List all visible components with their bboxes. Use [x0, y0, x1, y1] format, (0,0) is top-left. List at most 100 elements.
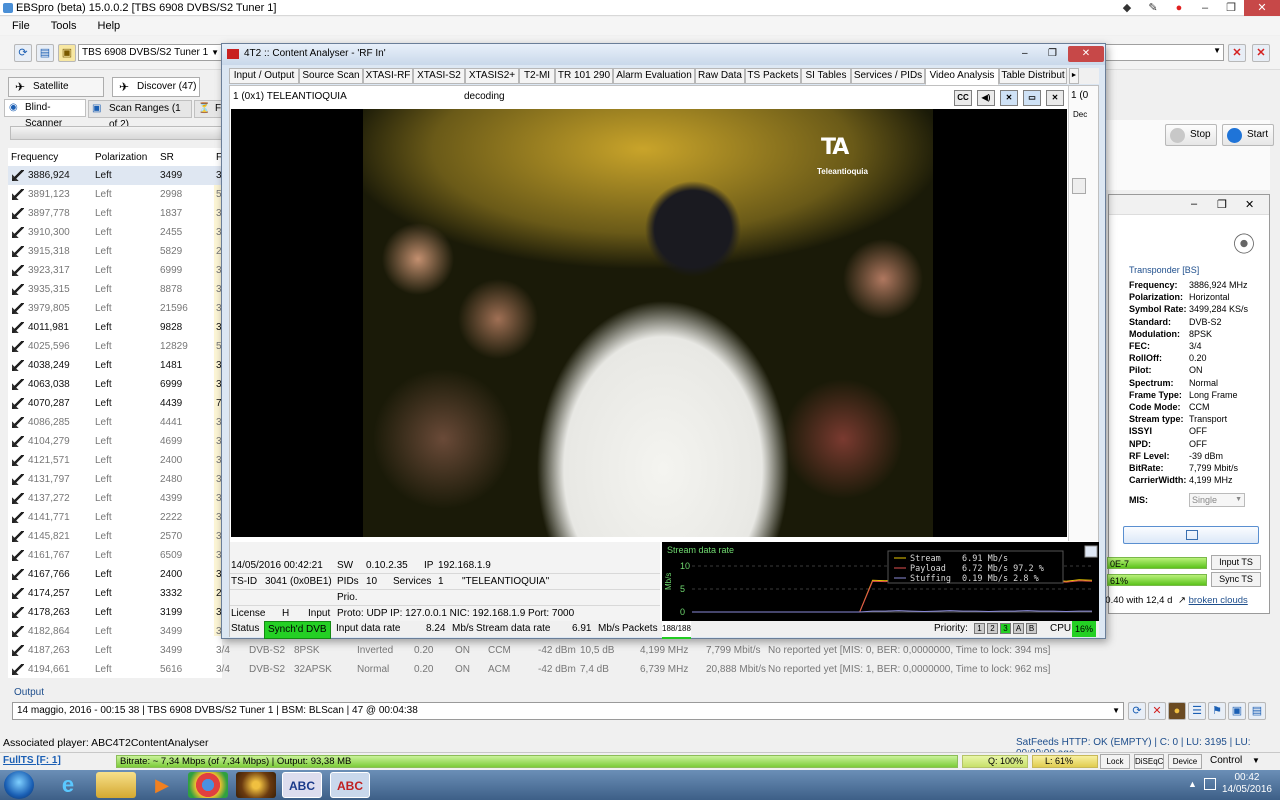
device-button[interactable]: Device [1168, 754, 1202, 769]
mis-select[interactable]: Single ▼ [1189, 493, 1245, 507]
field-label: RF Level: [1129, 450, 1170, 461]
tuner-select[interactable]: TBS 6908 DVBS/S2 Tuner 1 ▼ [78, 44, 222, 61]
tab-video-analysis[interactable]: Video Analysis [925, 68, 999, 85]
info-license: H [282, 608, 290, 619]
cell-sr: 2400 [160, 455, 183, 466]
clock[interactable]: 00:42 14/05/2016 [1222, 772, 1272, 796]
save-icon[interactable]: ▣ [1228, 702, 1246, 720]
sync-ts-button[interactable]: Sync TS [1211, 572, 1261, 587]
flag-icon[interactable]: ⚑ [1208, 702, 1226, 720]
start-orb-icon[interactable] [4, 771, 34, 799]
extra2-icon[interactable]: ✎ [1140, 0, 1166, 16]
tab-si-tables[interactable]: SI Tables [801, 68, 851, 84]
refresh-output-icon[interactable]: ⟳ [1128, 702, 1146, 720]
tab-satellite[interactable]: ✈Satellite (40.5W) [8, 77, 104, 110]
weather-link[interactable]: broken clouds [1189, 595, 1248, 606]
player-icon[interactable]: ● [1168, 702, 1186, 720]
tab-input-output[interactable]: Input / Output [229, 68, 299, 84]
close-video-icon[interactable]: ✕ [1046, 90, 1064, 106]
refresh-icon[interactable]: ⟳ [14, 44, 32, 62]
table-row[interactable]: 4187,263 Left 3499 3/4 DVB-S2 8PSK Inverted 0.2… [8, 641, 1050, 660]
tab-table-distribut[interactable]: Table Distribut [999, 68, 1067, 84]
lock-button[interactable]: Lock [1100, 754, 1130, 769]
tab-alarm-evaluation[interactable]: Alarm Evaluation [613, 68, 695, 84]
abc-analyser-icon[interactable]: ABC [330, 772, 370, 798]
restore-icon[interactable]: ❐ [1048, 44, 1057, 64]
lock-icon[interactable]: ▣ [58, 44, 76, 62]
priority-1[interactable]: 1 [974, 623, 985, 634]
stop-red-icon[interactable]: ✕ [1228, 44, 1246, 62]
output-select[interactable]: 14 maggio, 2016 - 00:15 38 | TBS 6908 DV… [12, 702, 1124, 720]
tab-source-scan[interactable]: Source Scan [299, 68, 363, 84]
start-button[interactable]: Start [1222, 124, 1274, 146]
priority-3[interactable]: 3 [1000, 623, 1011, 634]
tab-tr-101-290[interactable]: TR 101 290 [555, 68, 613, 84]
chrome-icon[interactable] [188, 772, 228, 798]
close-icon[interactable]: ✕ [1245, 198, 1254, 211]
field-label: RollOff: [1129, 353, 1162, 364]
subtab-blind-scanner[interactable]: ◉ Blind-Scanner [4, 99, 86, 129]
screen-icon[interactable]: ▭ [1023, 90, 1041, 106]
tab-ts-packets[interactable]: TS Packets [745, 68, 801, 84]
scroll-thumb[interactable] [1072, 178, 1086, 194]
minimize-icon[interactable]: – [1192, 0, 1218, 16]
col-polarization[interactable]: Polarization [95, 150, 147, 166]
tab-scroll-icon[interactable]: ► [1069, 68, 1079, 84]
status-label: Status [231, 623, 260, 634]
satellite-icon: ✈ [15, 80, 26, 94]
table-row[interactable]: 4194,661 Left 5616 3/4 DVB-S2 32APSK Normal 0.2… [8, 660, 1050, 679]
app-player-icon[interactable] [236, 772, 276, 798]
clear-icon[interactable]: ✕ [1252, 44, 1270, 62]
tab-raw-data[interactable]: Raw Data [695, 68, 745, 84]
explorer-icon[interactable] [96, 772, 136, 798]
settings-icon[interactable]: ▤ [36, 44, 54, 62]
abc-app-icon[interactable]: ABC [282, 772, 322, 798]
record-icon[interactable]: ● [1166, 0, 1192, 16]
restore-icon[interactable]: ❐ [1218, 0, 1244, 16]
restore-icon[interactable]: ❐ [1217, 198, 1227, 211]
tab-discover[interactable]: ✈ Discover (47) [112, 77, 200, 97]
close-icon[interactable]: ✕ [1068, 46, 1104, 62]
speaker-icon[interactable]: ◀) [977, 90, 995, 106]
priority-2[interactable]: 2 [987, 623, 998, 634]
tab-t2-mi[interactable]: T2-MI [519, 68, 555, 84]
network-icon[interactable] [1204, 778, 1216, 790]
menu-file[interactable]: File [0, 17, 36, 35]
priority-B[interactable]: B [1026, 623, 1037, 634]
cell-pol: Left [95, 170, 112, 181]
input-ts-button[interactable]: Input TS [1211, 555, 1261, 570]
extra1-icon[interactable]: ◆ [1114, 0, 1140, 16]
cell-pol: Left [95, 493, 112, 504]
cell-note: No reported yet [MIS: 1, BER: 0,0000000,… [768, 664, 1051, 675]
chart-options-icon[interactable] [1084, 545, 1098, 558]
list-icon[interactable]: ☰ [1188, 702, 1206, 720]
control-label[interactable]: Control [1210, 753, 1242, 769]
export-icon[interactable]: ▤ [1248, 702, 1266, 720]
menu-help[interactable]: Help [86, 17, 127, 35]
delete-output-icon[interactable]: ✕ [1148, 702, 1166, 720]
subtab-filter[interactable]: ⏳Fil [194, 100, 226, 118]
right-select[interactable]: ▼ [1100, 44, 1224, 61]
media-player-icon[interactable]: ▶ [142, 772, 182, 798]
fullts-link[interactable]: FullTS [F: 1] [3, 753, 61, 769]
tab-xtasi-rf[interactable]: XTASI-RF [363, 68, 413, 84]
stop-button[interactable]: Stop [1165, 124, 1217, 146]
priority-A[interactable]: A [1013, 623, 1024, 634]
minimize-icon[interactable]: – [1022, 44, 1028, 64]
tab-services-pids[interactable]: Services / PIDs [851, 68, 925, 84]
tab-xtasi-s2[interactable]: XTASI-S2 [413, 68, 465, 84]
field-label: NPD: [1129, 438, 1151, 449]
input-rate: 8.24 [426, 623, 446, 634]
tray-arrow-icon[interactable]: ▲ [1188, 779, 1198, 789]
menu-tools[interactable]: Tools [39, 17, 83, 35]
tab-xtasis2-[interactable]: XTASIS2+ [465, 68, 519, 84]
subtab-scan-ranges[interactable]: ▣ Scan Ranges (1 of 2) [88, 100, 192, 130]
tools-icon[interactable]: ✕ [1000, 90, 1018, 106]
ie-icon[interactable]: e [48, 772, 88, 798]
cc-icon[interactable]: CC [954, 90, 972, 106]
diseqc-button[interactable]: DiSEqC [1134, 754, 1164, 769]
transponder-action-button[interactable] [1123, 526, 1259, 544]
minimize-icon[interactable]: – [1191, 198, 1197, 210]
play-icon [1227, 128, 1242, 143]
close-icon[interactable]: ✕ [1244, 0, 1280, 16]
